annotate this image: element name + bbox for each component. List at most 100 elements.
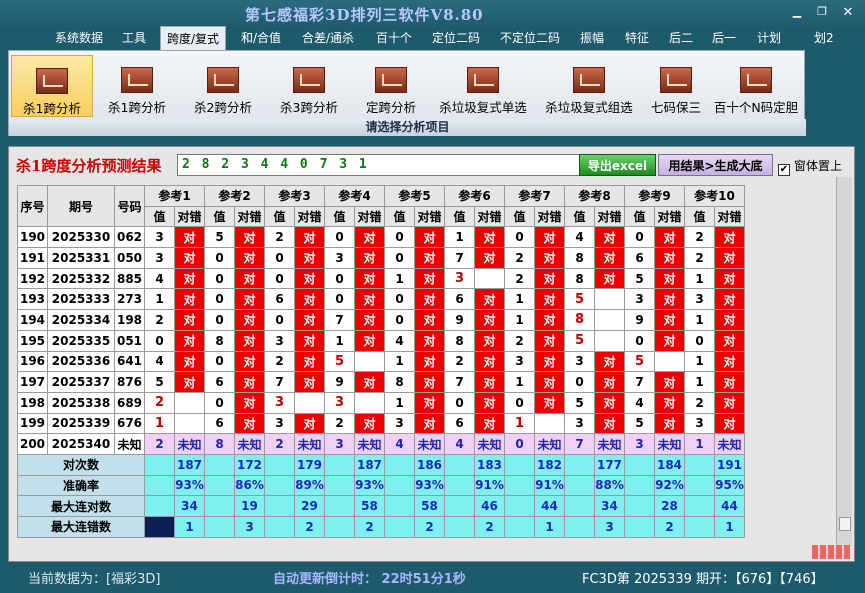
check-correct: 对 <box>354 329 385 352</box>
ribbon-kill3-span[interactable]: 杀3跨分析 <box>267 55 351 117</box>
check-correct: 对 <box>174 267 205 290</box>
check-correct: 对 <box>414 329 445 352</box>
check-correct: 对 <box>594 350 625 373</box>
ribbon-kill1-span-selected[interactable]: 杀1跨分析 <box>11 55 93 117</box>
export-excel-button[interactable]: 导出excel <box>579 154 656 176</box>
minimize-icon[interactable]: ▁ <box>788 5 806 18</box>
sub-header-value: 值 <box>384 205 415 228</box>
menu-features[interactable]: 特征 <box>625 29 649 46</box>
generate-button[interactable]: 用结果>生成大底 <box>658 154 773 176</box>
stat-value: 44 <box>534 495 565 517</box>
result-field[interactable]: 2 8 2 3 4 4 0 7 3 1 <box>177 154 585 176</box>
menu-plan[interactable]: 计划 <box>757 29 781 46</box>
menu-diff-kill[interactable]: 合差/通杀 <box>302 29 354 46</box>
maximize-icon[interactable]: ❐ <box>813 5 831 18</box>
sub-header-value: 值 <box>624 205 655 228</box>
ref-value: 8 <box>204 329 235 352</box>
check-correct: 对 <box>354 371 385 393</box>
ref-value: 1 <box>504 412 535 435</box>
progress-indicator <box>812 545 850 559</box>
check-correct: 对 <box>714 329 745 352</box>
ribbon-label: 杀1跨分析 <box>108 100 166 115</box>
check-correct: 对 <box>174 309 205 331</box>
ref-value: 1 <box>684 350 715 373</box>
menu-sum[interactable]: 和/合值 <box>241 29 281 46</box>
check-correct: 对 <box>654 412 685 435</box>
ref-value: 6 <box>624 247 655 269</box>
stat-value: 186 <box>414 453 445 476</box>
stat-spacer <box>324 474 355 497</box>
table-row: 190 2025330 062 3 对 5 对 2 对 0 对 0 对 1 对 0 对 4 对 0 对 2 对 <box>17 226 745 249</box>
ref-header: 参考9 <box>624 185 685 207</box>
stat-spacer <box>564 453 595 476</box>
ref-value: 5 <box>624 350 655 373</box>
ribbon-kill1-span[interactable]: 杀1跨分析 <box>95 55 179 117</box>
vertical-scrollbar[interactable] <box>836 177 852 547</box>
ref-header: 参考2 <box>204 185 265 207</box>
chart-icon <box>375 67 407 93</box>
ref-value: 1 <box>384 391 415 414</box>
menu-positions[interactable]: 百十个 <box>376 29 412 46</box>
ribbon-seven-keep-three[interactable]: 七码保三 <box>643 55 709 117</box>
menu-span-compound[interactable]: 跨度/复式 <box>160 26 227 50</box>
ref-value: 2 <box>144 309 175 331</box>
ref-value: 0 <box>624 226 655 249</box>
ref-value: 7 <box>264 371 295 393</box>
ribbon-junk-group[interactable]: 杀垃圾复式组选 <box>537 55 641 117</box>
stat-value: 93% <box>414 474 445 497</box>
scroll-thumb[interactable] <box>839 517 851 531</box>
menu-plan2[interactable]: 划2 <box>814 29 834 46</box>
check-correct: 对 <box>174 329 205 352</box>
sub-header-check: 对错 <box>714 205 745 228</box>
check-correct: 对 <box>594 226 625 249</box>
stat-value: 2 <box>414 516 445 538</box>
ref-value: 0 <box>204 288 235 311</box>
check-correct: 对 <box>654 391 685 414</box>
ref-value: 5 <box>624 412 655 435</box>
chart-icon <box>121 67 153 93</box>
checkbox-label: 窗体置上 <box>794 159 843 173</box>
menu-system-data[interactable]: 系统数据 <box>55 29 103 46</box>
ref-value: 1 <box>504 288 535 311</box>
close-icon[interactable]: ✕ <box>839 5 857 20</box>
check-correct: 对 <box>234 226 265 249</box>
ribbon-toolbar: 杀1跨分析 杀1跨分析 杀2跨分析 杀3跨分析 定跨分析 杀垃圾复式单选 杀垃圾… <box>8 50 806 136</box>
check-correct: 对 <box>474 350 505 373</box>
chart-icon <box>293 67 325 93</box>
ribbon-junk-single[interactable]: 杀垃圾复式单选 <box>431 55 535 117</box>
ref-value: 3 <box>564 412 595 435</box>
pred-status: 未知 <box>534 433 565 455</box>
check-correct: 对 <box>654 247 685 269</box>
menu-unfixed-two[interactable]: 不定位二码 <box>500 29 560 46</box>
menu-fixed-two[interactable]: 定位二码 <box>432 29 480 46</box>
menu-last-one[interactable]: 后一 <box>712 29 736 46</box>
status-current-data: 当前数据为：[福彩3D] <box>28 572 161 587</box>
chart-icon <box>573 67 605 93</box>
stat-spacer <box>384 516 415 538</box>
check-correct: 对 <box>414 412 445 435</box>
pred-status: 未知 <box>654 433 685 455</box>
check-correct: 对 <box>234 309 265 331</box>
ref-value: 2 <box>684 247 715 269</box>
menu-last-two[interactable]: 后二 <box>669 29 693 46</box>
stat-value: 34 <box>174 495 205 517</box>
check-correct: 对 <box>474 309 505 331</box>
ref-value: 0 <box>204 267 235 290</box>
ribbon-kill2-span[interactable]: 杀2跨分析 <box>181 55 265 117</box>
menu-amplitude[interactable]: 振幅 <box>580 29 604 46</box>
table-row: 191 2025331 050 3 对 0 对 0 对 3 对 0 对 7 对 2 对 8 对 6 对 2 对 <box>17 247 745 269</box>
ribbon-n-code[interactable]: 百十个N码定胆 <box>709 55 803 117</box>
stat-value: 187 <box>354 453 385 476</box>
ref-header: 参考3 <box>264 185 325 207</box>
check-correct: 对 <box>354 288 385 311</box>
ref-value: 4 <box>144 267 175 290</box>
ref-value: 0 <box>564 371 595 393</box>
row-seq: 194 <box>17 309 48 331</box>
check-correct: 对 <box>594 247 625 269</box>
stay-on-top-checkbox[interactable]: ✔ 窗体置上 <box>778 157 842 176</box>
menu-tools[interactable]: 工具 <box>122 29 146 46</box>
check-correct: 对 <box>354 267 385 290</box>
ref-value: 0 <box>324 226 355 249</box>
ribbon-fixed-span[interactable]: 定跨分析 <box>353 55 429 117</box>
ref-value: 0 <box>504 226 535 249</box>
